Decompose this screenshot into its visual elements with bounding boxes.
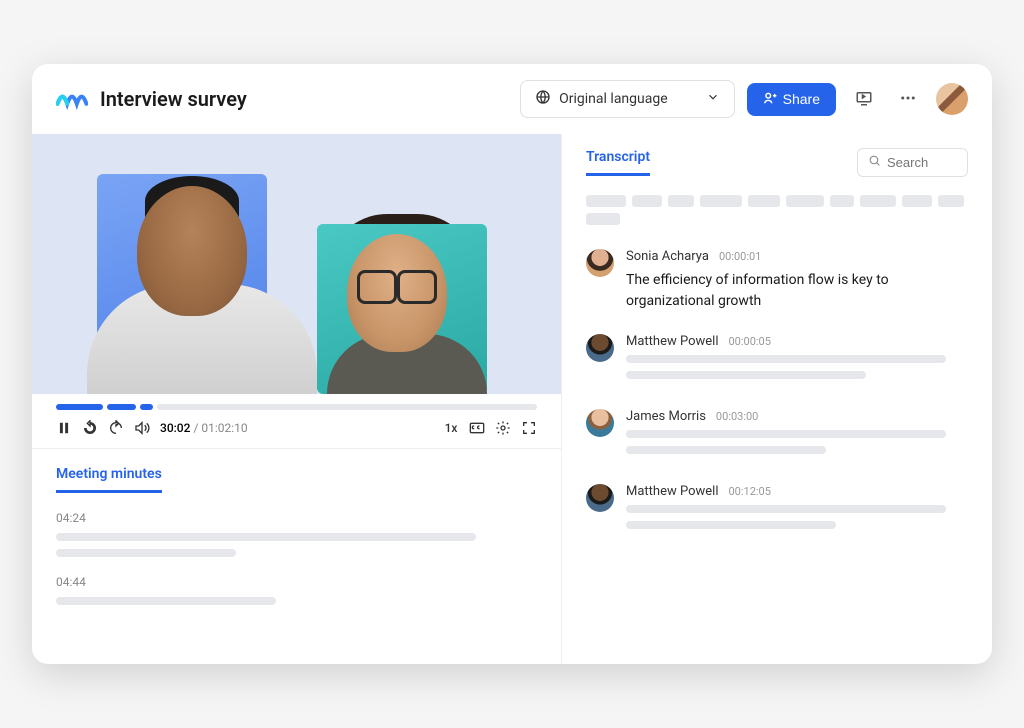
- speaker-name: James Morris: [626, 409, 706, 424]
- speaker-avatar: [586, 484, 614, 512]
- page-title: Interview survey: [100, 87, 508, 111]
- meeting-minutes-section: Meeting minutes 04:24 04:44: [32, 448, 561, 664]
- transcript-search[interactable]: [857, 148, 968, 177]
- rewind-15-button[interactable]: [82, 420, 98, 436]
- video-area[interactable]: [32, 134, 561, 394]
- language-dropdown[interactable]: Original language: [520, 80, 735, 118]
- header: Interview survey Original language Share: [32, 64, 992, 134]
- captions-button[interactable]: [469, 420, 485, 436]
- speaker-avatar: [586, 334, 614, 362]
- video-participant-1: [97, 164, 297, 394]
- person-add-icon: [763, 91, 777, 108]
- entry-text: The efficiency of information flow is ke…: [626, 270, 968, 312]
- entry-timestamp: 00:00:01: [719, 250, 761, 263]
- left-pane: 30:02 / 01:02:10 1x: [32, 134, 562, 664]
- speaker-name: Sonia Acharya: [626, 249, 709, 264]
- speaker-avatar: [586, 409, 614, 437]
- more-button[interactable]: [892, 83, 924, 115]
- transcript-entry[interactable]: Matthew Powell 00:12:05: [586, 484, 968, 537]
- time-display: 30:02 / 01:02:10: [160, 421, 248, 435]
- dots-horizontal-icon: [899, 89, 917, 110]
- transcript-chips: [586, 195, 968, 225]
- settings-button[interactable]: [495, 420, 511, 436]
- forward-15-button[interactable]: [108, 420, 124, 436]
- search-icon: [868, 154, 881, 171]
- minute-item[interactable]: 04:24: [56, 511, 537, 557]
- entry-timestamp: 00:00:05: [729, 335, 771, 348]
- language-label: Original language: [559, 91, 668, 107]
- user-avatar[interactable]: [936, 83, 968, 115]
- transcript-entry[interactable]: Matthew Powell 00:00:05: [586, 334, 968, 387]
- present-icon: [855, 89, 873, 110]
- share-label: Share: [783, 91, 820, 107]
- entry-timestamp: 00:12:05: [729, 485, 771, 498]
- content: 30:02 / 01:02:10 1x: [32, 134, 992, 664]
- player-controls: 30:02 / 01:02:10 1x: [32, 414, 561, 448]
- entry-timestamp: 00:03:00: [716, 410, 758, 423]
- speed-button[interactable]: 1x: [443, 420, 459, 436]
- app-window: Interview survey Original language Share: [32, 64, 992, 664]
- share-button[interactable]: Share: [747, 83, 836, 116]
- chevron-down-icon: [706, 90, 720, 108]
- minute-item[interactable]: 04:44: [56, 575, 537, 605]
- volume-button[interactable]: [134, 420, 150, 436]
- speaker-name: Matthew Powell: [626, 334, 719, 349]
- present-button[interactable]: [848, 83, 880, 115]
- transcript-list: Sonia Acharya 00:00:01 The efficiency of i…: [586, 249, 968, 559]
- transcript-pane: Transcript Sonia Acharya 00:00:01 The effi…: [562, 134, 992, 664]
- video-participant-2: [317, 204, 497, 394]
- globe-refresh-icon: [535, 89, 551, 109]
- minutes-tab[interactable]: Meeting minutes: [56, 466, 162, 493]
- speaker-avatar: [586, 249, 614, 277]
- pause-button[interactable]: [56, 420, 72, 436]
- transcript-tab[interactable]: Transcript: [586, 149, 650, 176]
- transcript-entry[interactable]: Sonia Acharya 00:00:01 The efficiency of i…: [586, 249, 968, 312]
- progress-bar[interactable]: [32, 394, 561, 414]
- minute-timestamp: 04:24: [56, 511, 537, 525]
- minute-timestamp: 04:44: [56, 575, 537, 589]
- transcript-entry[interactable]: James Morris 00:03:00: [586, 409, 968, 462]
- fullscreen-button[interactable]: [521, 420, 537, 436]
- search-input[interactable]: [887, 155, 957, 170]
- app-logo: [56, 87, 88, 111]
- speaker-name: Matthew Powell: [626, 484, 719, 499]
